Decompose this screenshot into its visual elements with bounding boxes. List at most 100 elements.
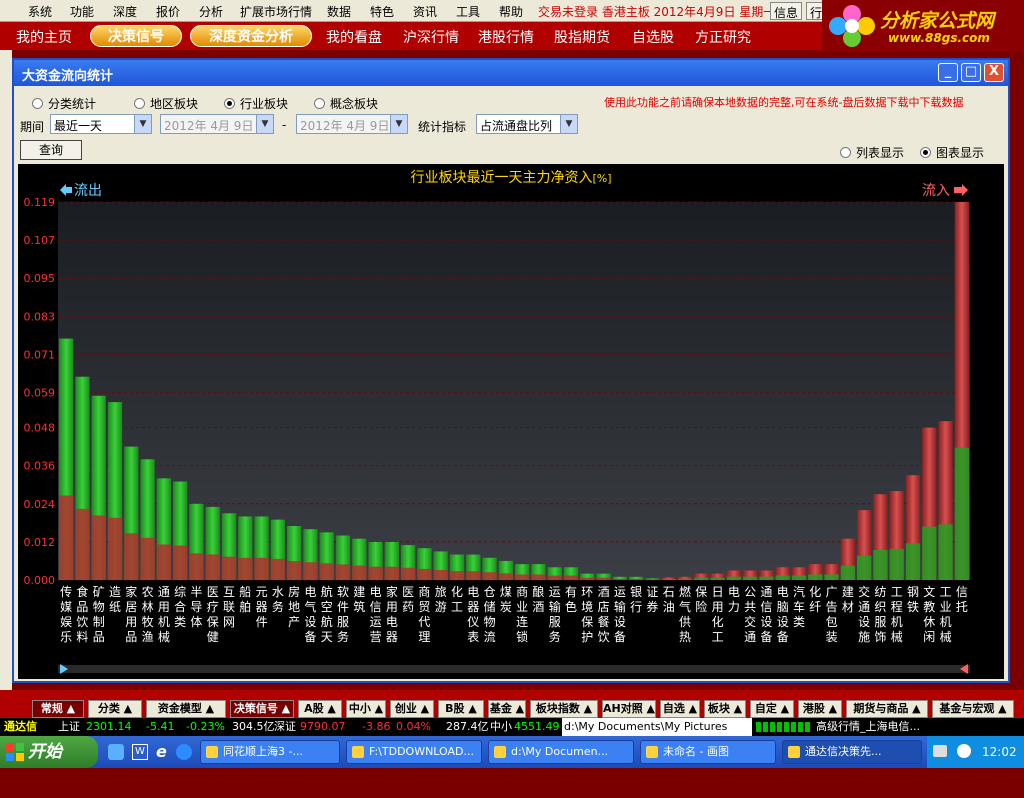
quicklaunch-app-icon[interactable] — [108, 744, 124, 760]
nav-founder-research[interactable]: 方正研究 — [695, 27, 751, 47]
y-tick-label: 0.059 — [24, 387, 56, 400]
nav-watchlist[interactable]: 自选股 — [632, 27, 674, 47]
bottom-tab-9[interactable]: 板块指数 ▲ — [530, 700, 598, 718]
menu-quote[interactable]: 报价 — [156, 3, 180, 20]
radio-dot-selected — [224, 98, 235, 109]
y-tick-label: 0.000 — [24, 574, 56, 587]
bottom-tab-bar: 常规 ▲ 分类 ▲ 资金模型 ▲ 决策信号 ▲ A股 ▲ 中小 ▲ 创业 ▲ B股 ▲ 基金 ▲… — [0, 690, 1024, 718]
bar-inner-酒店餐饮 — [596, 577, 611, 580]
task-my-documents[interactable]: d:\My Documen... — [488, 740, 634, 764]
bottom-tab-7[interactable]: B股 ▲ — [438, 700, 484, 718]
nav-bar: 我的主页 决策信号 深度资金分析 我的看盘 沪深行情 港股行情 股指期货 自选股… — [0, 22, 822, 50]
menu-extended-market[interactable]: 扩展市场行情 — [240, 3, 312, 20]
radio-category-stats[interactable]: 分类统计 — [32, 95, 96, 112]
nav-home[interactable]: 我的主页 — [16, 27, 72, 47]
x-label: 仓储物流 — [484, 585, 496, 644]
chevron-down-icon: ▼ — [390, 115, 407, 133]
scrollbar-track[interactable] — [58, 665, 970, 673]
bottom-tab-1[interactable]: 分类 ▲ — [88, 700, 142, 718]
x-label: 互联网 — [223, 585, 235, 629]
taskbar: 开始 W e 同花顺上海3 -... F:\TDDOWNLOAD... d:\M… — [0, 736, 1024, 768]
bottom-tab-10[interactable]: AH对照 ▲ — [602, 700, 656, 718]
minimize-button[interactable]: _ — [938, 63, 958, 82]
bottom-tab-11[interactable]: 自选 ▲ — [660, 700, 700, 718]
date-from-select[interactable]: 2012年 4月 9日 ▼ — [160, 114, 274, 134]
menu-info[interactable]: 资讯 — [413, 3, 437, 20]
info-button[interactable]: 信息 — [770, 2, 803, 20]
chevron-down-icon: ▼ — [560, 115, 577, 133]
menu-depth[interactable]: 深度 — [113, 3, 137, 20]
quicklaunch-extra-icon[interactable] — [176, 744, 192, 760]
nav-my-watch[interactable]: 我的看盘 — [326, 27, 382, 47]
bottom-tab-12[interactable]: 板块 ▲ — [704, 700, 746, 718]
close-button[interactable]: X — [984, 63, 1004, 82]
nav-hk-quote[interactable]: 港股行情 — [478, 27, 534, 47]
bottom-tab-15[interactable]: 期货与商品 ▲ — [846, 700, 928, 718]
x-label: 半导体 — [190, 585, 202, 629]
y-tick-label: 0.048 — [24, 422, 56, 435]
bottom-tab-13[interactable]: 自定 ▲ — [750, 700, 794, 718]
menu-function[interactable]: 功能 — [70, 3, 94, 20]
bottom-tab-16[interactable]: 基金与宏观 ▲ — [932, 700, 1014, 718]
bar-inner-工程机械 — [889, 548, 904, 580]
bottom-tab-4[interactable]: A股 ▲ — [298, 700, 342, 718]
bottom-tab-2[interactable]: 资金模型 ▲ — [146, 700, 226, 718]
task-tddownload[interactable]: F:\TDDOWNLOAD... — [346, 740, 482, 764]
nav-index-futures[interactable]: 股指期货 — [554, 27, 610, 47]
menu-data[interactable]: 数据 — [327, 3, 351, 20]
radio-industry-sector[interactable]: 行业板块 — [224, 95, 288, 112]
bar-inner-燃气供热 — [677, 578, 693, 580]
sz-pct: 0.04% — [396, 720, 431, 733]
query-button[interactable]: 查询 — [20, 140, 82, 160]
bottom-tab-6[interactable]: 创业 ▲ — [390, 700, 434, 718]
nav-deep-fund-analysis[interactable]: 深度资金分析 — [190, 25, 312, 47]
menu-features[interactable]: 特色 — [370, 3, 394, 20]
period-label: 期间 — [20, 120, 45, 134]
x-label: 农林牧渔 — [142, 585, 154, 644]
menu-help[interactable]: 帮助 — [499, 3, 523, 20]
bottom-tab-3[interactable]: 决策信号 ▲ — [230, 700, 294, 718]
radio-chart-view[interactable]: 图表显示 — [920, 144, 984, 161]
word-icon[interactable]: W — [132, 744, 148, 760]
menu-analysis[interactable]: 分析 — [199, 3, 223, 20]
x-label: 医疗保健 — [207, 585, 219, 644]
bottom-tab-8[interactable]: 基金 ▲ — [488, 700, 526, 718]
radio-region-sector[interactable]: 地区板块 — [134, 95, 198, 112]
start-button[interactable]: 开始 — [0, 736, 98, 768]
metric-select[interactable]: 占流通盘比列 ▼ — [476, 114, 578, 134]
bar-inner-保险 — [694, 577, 709, 580]
logo-title: 分析家公式网 — [880, 10, 995, 32]
radio-concept-sector[interactable]: 概念板块 — [314, 95, 378, 112]
x-label: 水务 — [272, 585, 284, 614]
bottom-tab-14[interactable]: 港股 ▲ — [798, 700, 842, 718]
nav-decision-signal[interactable]: 决策信号 — [90, 25, 182, 47]
period-select[interactable]: 最近一天 ▼ — [50, 114, 152, 134]
task-paint[interactable]: 未命名 - 画图 — [640, 740, 776, 764]
bottom-tab-5[interactable]: 中小 ▲ — [346, 700, 386, 718]
bar-inner-文教休闲 — [922, 526, 937, 580]
bar-inner-电力 — [726, 576, 741, 580]
y-tick-label: 0.071 — [24, 348, 56, 361]
date-to-select[interactable]: 2012年 4月 9日 ▼ — [296, 114, 408, 134]
x-label: 汽车类 — [793, 584, 805, 629]
task-tongdaxin[interactable]: 通达信决策先... — [782, 740, 922, 764]
nav-hs-quote[interactable]: 沪深行情 — [403, 27, 459, 47]
x-label: 电信运营 — [370, 585, 382, 644]
x-category-labels: 传媒娱乐食品饮料矿物制品造纸家居用品农林牧渔通用机械综合类半导体医疗保健互联网船… — [60, 584, 968, 644]
maximize-button[interactable]: □ — [961, 63, 981, 82]
inflow-label: 流入 — [922, 183, 950, 199]
sz-change: -3.86 — [362, 720, 391, 733]
x-label: 元器件 — [256, 585, 268, 629]
path-field[interactable]: d:\My Documents\My Pictures — [562, 718, 752, 736]
x-label: 建筑 — [353, 585, 365, 614]
radio-list-view[interactable]: 列表显示 — [840, 144, 904, 161]
menu-tools[interactable]: 工具 — [456, 3, 480, 20]
menu-system[interactable]: 系统 — [28, 3, 52, 20]
task-tonghuashun[interactable]: 同花顺上海3 -... — [200, 740, 340, 764]
bottom-tab-0[interactable]: 常规 ▲ — [32, 700, 84, 718]
bar-inner-建材 — [840, 565, 855, 580]
ie-icon[interactable]: e — [156, 742, 167, 761]
help-icon[interactable] — [957, 744, 971, 758]
x-label: 日用化工 — [712, 585, 724, 644]
keyboard-icon[interactable] — [933, 745, 947, 757]
